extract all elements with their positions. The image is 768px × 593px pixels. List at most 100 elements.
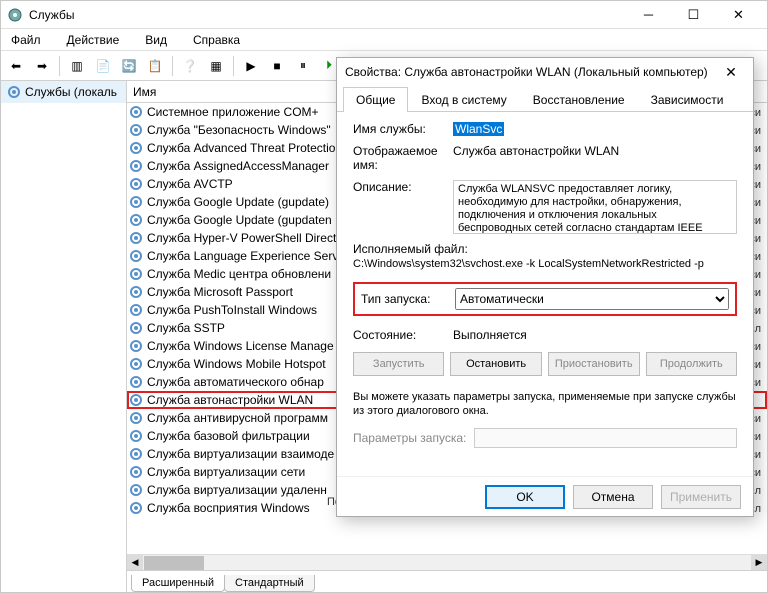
startup-type-select[interactable]: Автоматически: [455, 288, 729, 310]
gear-icon: [129, 249, 143, 263]
dialog-titlebar: Свойства: Служба автонастройки WLAN (Лок…: [337, 58, 753, 86]
gear-icon: [129, 465, 143, 479]
label-display-name: Отображаемое имя:: [353, 144, 453, 172]
properties-dialog: Свойства: Служба автонастройки WLAN (Лок…: [336, 57, 754, 517]
refresh-icon[interactable]: 🔄: [118, 55, 140, 77]
tab-extended[interactable]: Расширенный: [131, 575, 225, 592]
gear-icon: [129, 177, 143, 191]
gear-icon: [129, 357, 143, 371]
menu-help[interactable]: Справка: [187, 31, 246, 49]
window-title: Службы: [29, 8, 626, 22]
startup-type-row: Тип запуска: Автоматически: [353, 282, 737, 316]
gear-icon: [129, 483, 143, 497]
gear-icon: [129, 393, 143, 407]
gear-icon: [129, 267, 143, 281]
ok-button[interactable]: OK: [485, 485, 565, 509]
label-exec-file: Исполняемый файл:: [353, 242, 737, 256]
dialog-close-button[interactable]: ✕: [717, 64, 745, 81]
scroll-left-icon[interactable]: ◀: [127, 555, 143, 571]
stop-button[interactable]: Остановить: [450, 352, 541, 376]
service-name-label: Служба Microsoft Passport: [147, 285, 293, 299]
gear-icon: [129, 123, 143, 137]
service-name-label: Служба автонастройки WLAN: [147, 393, 313, 407]
pause-button[interactable]: Приостановить: [548, 352, 640, 376]
service-name-label: Служба виртуализации удаленн: [147, 483, 327, 497]
tab-general[interactable]: Общие: [343, 87, 408, 112]
gear-icon: [129, 303, 143, 317]
minimize-button[interactable]: ─: [626, 1, 671, 29]
value-description[interactable]: Служба WLANSVC предоставляет логику, нео…: [453, 180, 737, 234]
gear-icon: [129, 213, 143, 227]
export-icon[interactable]: 📋: [144, 55, 166, 77]
forward-icon[interactable]: ➡: [31, 55, 53, 77]
back-icon[interactable]: ⬅: [5, 55, 27, 77]
gear-icon: [129, 321, 143, 335]
bottom-tabs: Расширенный Стандартный: [127, 570, 767, 592]
tab-recovery[interactable]: Восстановление: [520, 87, 638, 112]
service-name-label: Служба AssignedAccessManager: [147, 159, 329, 173]
gear-icon: [129, 141, 143, 155]
start-params-input[interactable]: [474, 428, 737, 448]
value-exec-path: C:\Windows\system32\svchost.exe -k Local…: [353, 258, 737, 270]
menu-view[interactable]: Вид: [139, 31, 173, 49]
horizontal-scrollbar[interactable]: ◀ ▶: [127, 554, 767, 570]
service-name-label: Служба Windows License Manage: [147, 339, 334, 353]
tab-logon[interactable]: Вход в систему: [408, 87, 519, 112]
service-name-label: Служба автоматического обнар: [147, 375, 324, 389]
scroll-thumb[interactable]: [144, 556, 204, 570]
play-icon[interactable]: ▶: [240, 55, 262, 77]
label-description: Описание:: [353, 180, 453, 194]
show-hide-tree-icon[interactable]: ▥: [66, 55, 88, 77]
help-icon[interactable]: ❔: [179, 55, 201, 77]
menu-action[interactable]: Действие: [61, 31, 126, 49]
column-header-name[interactable]: Имя: [133, 85, 333, 99]
tree-root-label: Службы (локаль: [25, 85, 117, 99]
dialog-tabs: Общие Вход в систему Восстановление Зави…: [337, 86, 753, 112]
window-controls: ─ ☐ ✕: [626, 1, 761, 29]
label-start-params: Параметры запуска:: [353, 431, 466, 445]
menubar: Файл Действие Вид Справка: [1, 29, 767, 51]
gear-icon: [129, 447, 143, 461]
service-name-label: Служба Hyper-V PowerShell Direct: [147, 231, 336, 245]
label-startup-type: Тип запуска:: [361, 292, 455, 306]
toolbar-separator: [59, 56, 60, 76]
service-name-label: Служба Google Update (gupdaten: [147, 213, 332, 227]
gear-icon: [129, 429, 143, 443]
service-name-label: Служба PushToInstall Windows: [147, 303, 317, 317]
value-state: Выполняется: [453, 328, 527, 342]
service-name-label: Служба виртуализации сети: [147, 465, 305, 479]
close-button[interactable]: ✕: [716, 1, 761, 29]
properties2-icon[interactable]: ▦: [205, 55, 227, 77]
resume-button[interactable]: Продолжить: [646, 352, 737, 376]
tab-standard[interactable]: Стандартный: [224, 575, 315, 592]
cancel-button[interactable]: Отмена: [573, 485, 653, 509]
toolbar-separator: [172, 56, 173, 76]
service-name-label: Системное приложение COM+: [147, 105, 319, 119]
start-button[interactable]: Запустить: [353, 352, 444, 376]
service-name-label: Служба Windows Mobile Hotspot: [147, 357, 326, 371]
gear-icon: [129, 411, 143, 425]
service-name-label: Служба AVCTP: [147, 177, 233, 191]
value-service-name[interactable]: WlanSvc: [453, 122, 504, 136]
tree-root-services[interactable]: Службы (локаль: [1, 81, 126, 103]
services-main-window: Службы ─ ☐ ✕ Файл Действие Вид Справка ⬅…: [0, 0, 768, 593]
toolbar-separator: [233, 56, 234, 76]
service-name-label: Служба виртуализации взаимоде: [147, 447, 334, 461]
properties-icon[interactable]: 📄: [92, 55, 114, 77]
menu-file[interactable]: Файл: [5, 31, 47, 49]
label-service-name: Имя службы:: [353, 122, 453, 136]
maximize-button[interactable]: ☐: [671, 1, 716, 29]
tab-dependencies[interactable]: Зависимости: [638, 87, 737, 112]
scroll-right-icon[interactable]: ▶: [751, 555, 767, 571]
service-name-label: Служба Advanced Threat Protectio: [147, 141, 335, 155]
titlebar: Службы ─ ☐ ✕: [1, 1, 767, 29]
service-name-label: Служба Google Update (gupdate): [147, 195, 329, 209]
service-name-label: Служба "Безопасность Windows": [147, 123, 331, 137]
stop-icon[interactable]: ■: [266, 55, 288, 77]
gear-icon: [129, 195, 143, 209]
gear-icon: [129, 159, 143, 173]
service-name-label: Служба SSTP: [147, 321, 225, 335]
dialog-title: Свойства: Служба автонастройки WLAN (Лок…: [345, 65, 717, 79]
pause-icon[interactable]: ⏸: [292, 55, 314, 77]
apply-button[interactable]: Применить: [661, 485, 741, 509]
